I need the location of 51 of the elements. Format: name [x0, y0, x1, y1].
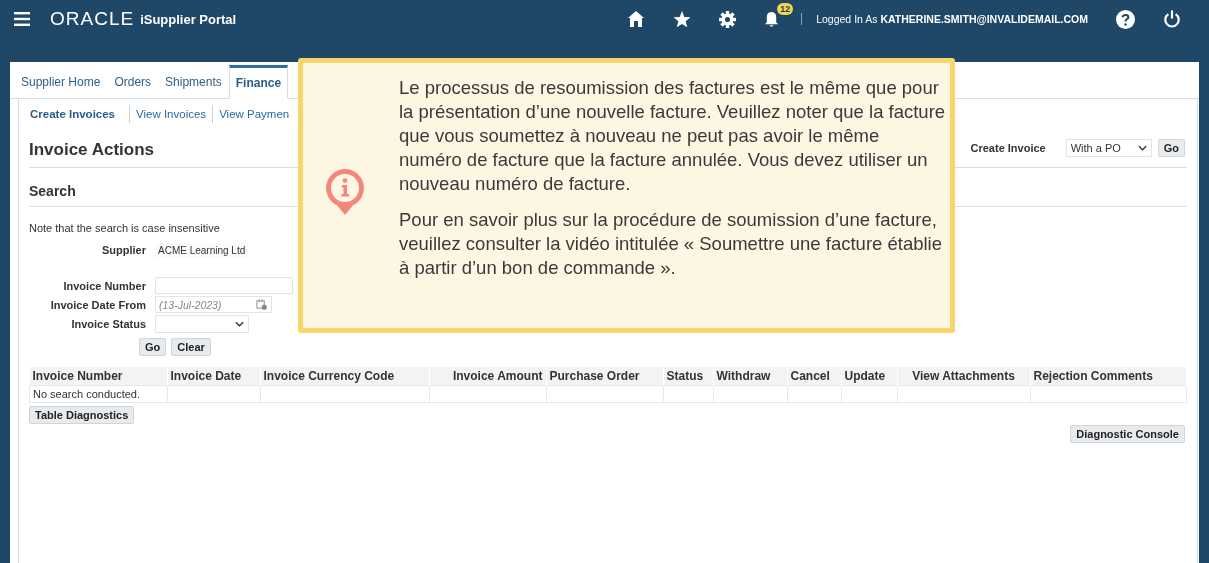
search-form-button[interactable]: Go	[139, 338, 167, 356]
search-form-button[interactable]: Clear	[171, 338, 211, 356]
chevron-icon	[235, 320, 244, 327]
power-icon[interactable]	[1163, 10, 1181, 28]
empty-message: No search conducted.	[29, 385, 167, 403]
column-header: Cancel	[787, 367, 841, 386]
field-label: Supplier	[101, 244, 147, 256]
logo: ORACLE	[50, 8, 135, 30]
help-icon[interactable]	[1116, 9, 1135, 29]
column-header: Invoice Date	[167, 367, 260, 386]
field-label: Invoice Status	[70, 317, 147, 330]
diagnostic-console-button[interactable]: Diagnostic Console	[1070, 425, 1185, 443]
bell-icon[interactable]	[764, 10, 780, 28]
home-icon[interactable]	[627, 10, 646, 28]
table-diagnostics-button[interactable]: Table Diagnostics	[29, 406, 135, 424]
column-header: Rejection Comments	[1030, 367, 1186, 386]
subtab-link[interactable]: View Invoices	[130, 108, 213, 120]
product-name: iSupplier Portal	[140, 11, 237, 27]
column-header: Purchase Order	[546, 367, 663, 386]
menu-icon[interactable]	[14, 12, 30, 26]
column-header: Invoice Currency Code	[260, 367, 429, 386]
calendar-icon[interactable]	[256, 299, 267, 310]
chevron-icon	[1137, 145, 1147, 151]
input-field[interactable]	[155, 277, 293, 294]
tab[interactable]: Orders	[107, 74, 159, 98]
column-header: View Attachments	[897, 367, 1030, 386]
column-header: Invoice Number	[29, 367, 167, 386]
callout-paragraph: Pour en savoir plus sur la procédure de soumission d’une facture, veuillez consulter la vidéo intitulée « Soumettre une facture établie à partir d’un bon de commande ».	[399, 208, 943, 280]
column-header: Invoice Amount	[429, 367, 546, 386]
date-field[interactable]: (13-Jul-2023)	[155, 296, 272, 313]
field-label: Invoice Date From	[49, 298, 147, 311]
search-note: Note that the search is case insensitive	[29, 221, 220, 236]
settings-icon[interactable]	[719, 10, 737, 28]
star-icon[interactable]	[673, 10, 692, 28]
invoice-type-dropdown[interactable]: With a PO	[1065, 139, 1152, 157]
field-label: Create Invoice	[970, 142, 1046, 154]
column-header: Withdraw	[713, 367, 787, 386]
subtab-link[interactable]: View Paymen	[213, 108, 296, 120]
info-pin-icon	[325, 169, 365, 215]
tab[interactable]: Shipments	[158, 74, 229, 98]
page-title: Invoice Actions	[29, 139, 154, 160]
field-label: Invoice Number	[62, 279, 147, 292]
login-text: Logged In As KATHERINE.SMITH@INVALIDEMAIL.COM	[816, 13, 1088, 25]
notification-badge: 12	[777, 2, 794, 15]
column-header: Status	[663, 367, 713, 386]
tab[interactable]: Finance	[228, 65, 289, 99]
column-header: Update	[841, 367, 897, 386]
supplier-value: ACME Learning Ltd	[155, 242, 249, 258]
go-button[interactable]: Go	[1157, 139, 1185, 157]
tab[interactable]: Supplier Home	[14, 74, 108, 98]
subtab-link[interactable]: Create Invoices	[29, 108, 129, 120]
